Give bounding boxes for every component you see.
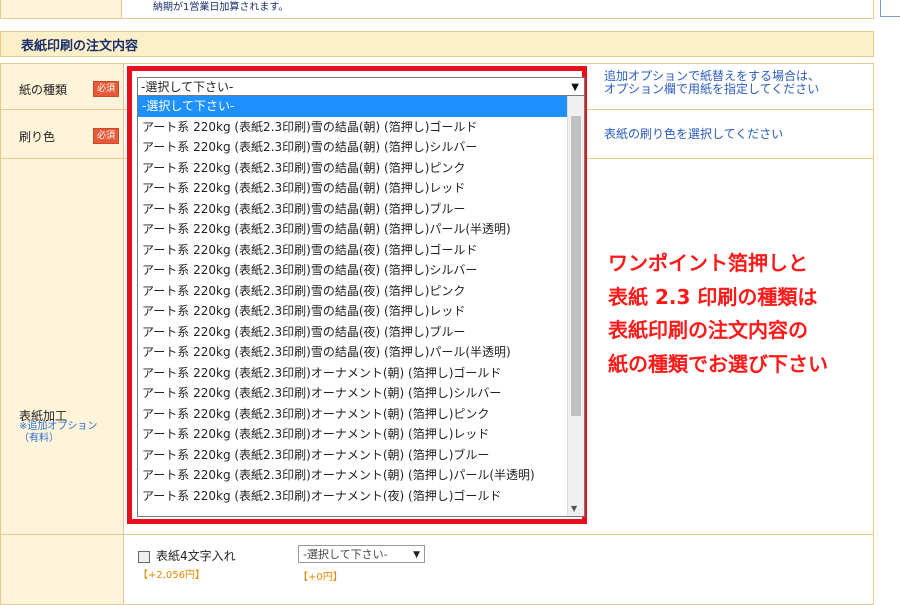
options-scrollbar[interactable]: ▼: [567, 96, 584, 516]
annotation-line: 表紙印刷の注文内容の: [608, 318, 808, 342]
dropdown-option[interactable]: アート系 220kg (表紙2.3印刷)オーナメント(朝) (箔押し)シルバー: [138, 383, 584, 404]
label-column: [1, 64, 124, 604]
cover-4char-select[interactable]: -選択して下さい- ▼: [298, 545, 425, 563]
dropdown-option[interactable]: アート系 220kg (表紙2.3印刷)オーナメント(朝) (箔押し)ピンク: [138, 404, 584, 425]
dropdown-option[interactable]: アート系 220kg (表紙2.3印刷)オーナメント(朝) (箔押し)パール(半…: [138, 465, 584, 486]
dropdown-option[interactable]: アート系 220kg (表紙2.3印刷)オーナメント(朝) (箔押し)レッド: [138, 424, 584, 445]
paper-type-select-value: -選択して下さい-: [141, 80, 234, 94]
scrollbar-thumb[interactable]: [571, 116, 581, 416]
chevron-down-icon[interactable]: ▼: [413, 546, 420, 564]
required-badge: 必須: [93, 128, 119, 144]
row-divider: [1, 534, 873, 535]
dropdown-option[interactable]: アート系 220kg (表紙2.3印刷)オーナメント(朝) (箔押し)ブルー: [138, 445, 584, 466]
dropdown-option[interactable]: アート系 220kg (表紙2.3印刷)雪の結晶(朝) (箔押し)シルバー: [138, 137, 584, 158]
scroll-down-icon[interactable]: ▼: [571, 504, 577, 513]
dropdown-option[interactable]: アート系 220kg (表紙2.3印刷)雪の結晶(夜) (箔押し)レッド: [138, 301, 584, 322]
dropdown-arrow-icon[interactable]: ▼: [571, 78, 579, 97]
cover-finish-sublabel: ※追加オプション （有料）: [19, 421, 98, 444]
cover-4char-select-value: -選択して下さい-: [303, 548, 388, 561]
cover-4char-label: 表紙4文字入れ: [156, 549, 236, 563]
annotation-line: 表紙 2.3 印刷の種類は: [608, 284, 818, 309]
top-right-box: [880, 0, 900, 17]
annotation-line: 紙の種類でお選び下さい: [608, 351, 828, 376]
print-color-label: 刷り色: [19, 130, 56, 144]
dropdown-option[interactable]: アート系 220kg (表紙2.3印刷)雪の結晶(夜) (箔押し)ゴールド: [138, 240, 584, 261]
paper-type-options-list[interactable]: -選択して下さい- アート系 220kg (表紙2.3印刷)雪の結晶(朝) (箔押…: [137, 96, 585, 517]
section-header: 表紙印刷の注文内容: [0, 31, 874, 57]
cover-4char-option[interactable]: 表紙4文字入れ: [138, 547, 236, 564]
dropdown-option[interactable]: アート系 220kg (表紙2.3印刷)雪の結晶(朝) (箔押し)ブルー: [138, 199, 584, 220]
paper-type-help: 追加オプションで紙替えをする場合は、 オプション欄で用紙を指定してください: [604, 69, 821, 96]
cover-4char-select-price: 【+0円】: [298, 572, 343, 583]
top-note-text: 納期が1営業日加算されます。: [153, 2, 289, 13]
dropdown-option[interactable]: アート系 220kg (表紙2.3印刷)雪の結晶(朝) (箔押し)パール(半透明…: [138, 219, 584, 240]
required-badge: 必須: [93, 81, 119, 97]
top-note-row: 納期が1営業日加算されます。: [0, 0, 874, 19]
dropdown-option[interactable]: アート系 220kg (表紙2.3印刷)オーナメント(夜) (箔押し)ゴールド: [138, 486, 584, 507]
dropdown-option[interactable]: アート系 220kg (表紙2.3印刷)雪の結晶(朝) (箔押し)レッド: [138, 178, 584, 199]
dropdown-option[interactable]: アート系 220kg (表紙2.3印刷)オーナメント(朝) (箔押し)ゴールド: [138, 363, 584, 384]
cover-4char-checkbox[interactable]: [138, 550, 150, 563]
dropdown-option[interactable]: -選択して下さい-: [138, 96, 584, 117]
section-title: 表紙印刷の注文内容: [21, 39, 139, 54]
dropdown-option[interactable]: アート系 220kg (表紙2.3印刷)雪の結晶(夜) (箔押し)シルバー: [138, 260, 584, 281]
paper-type-label: 紙の種類: [19, 83, 68, 97]
print-color-help: 表紙の刷り色を選択してください: [604, 127, 784, 141]
dropdown-option[interactable]: アート系 220kg (表紙2.3印刷)雪の結晶(夜) (箔押し)パール(半透明…: [138, 342, 584, 363]
cover-4char-price: 【+2,056円】: [138, 570, 206, 581]
dropdown-option[interactable]: アート系 220kg (表紙2.3印刷)雪の結晶(朝) (箔押し)ピンク: [138, 158, 584, 179]
paper-type-select[interactable]: -選択して下さい- ▼: [137, 77, 585, 96]
annotation-line: ワンポイント箔押しと: [608, 251, 808, 275]
dropdown-option[interactable]: アート系 220kg (表紙2.3印刷)雪の結晶(夜) (箔押し)ブルー: [138, 322, 584, 343]
top-note-label-cell: [1, 0, 122, 18]
annotation-text: ワンポイント箔押しと 表紙 2.3 印刷の種類は 表紙印刷の注文内容の 紙の種類…: [608, 247, 898, 381]
dropdown-option[interactable]: アート系 220kg (表紙2.3印刷)雪の結晶(朝) (箔押し)ゴールド: [138, 117, 584, 138]
dropdown-option[interactable]: アート系 220kg (表紙2.3印刷)雪の結晶(夜) (箔押し)ピンク: [138, 281, 584, 302]
